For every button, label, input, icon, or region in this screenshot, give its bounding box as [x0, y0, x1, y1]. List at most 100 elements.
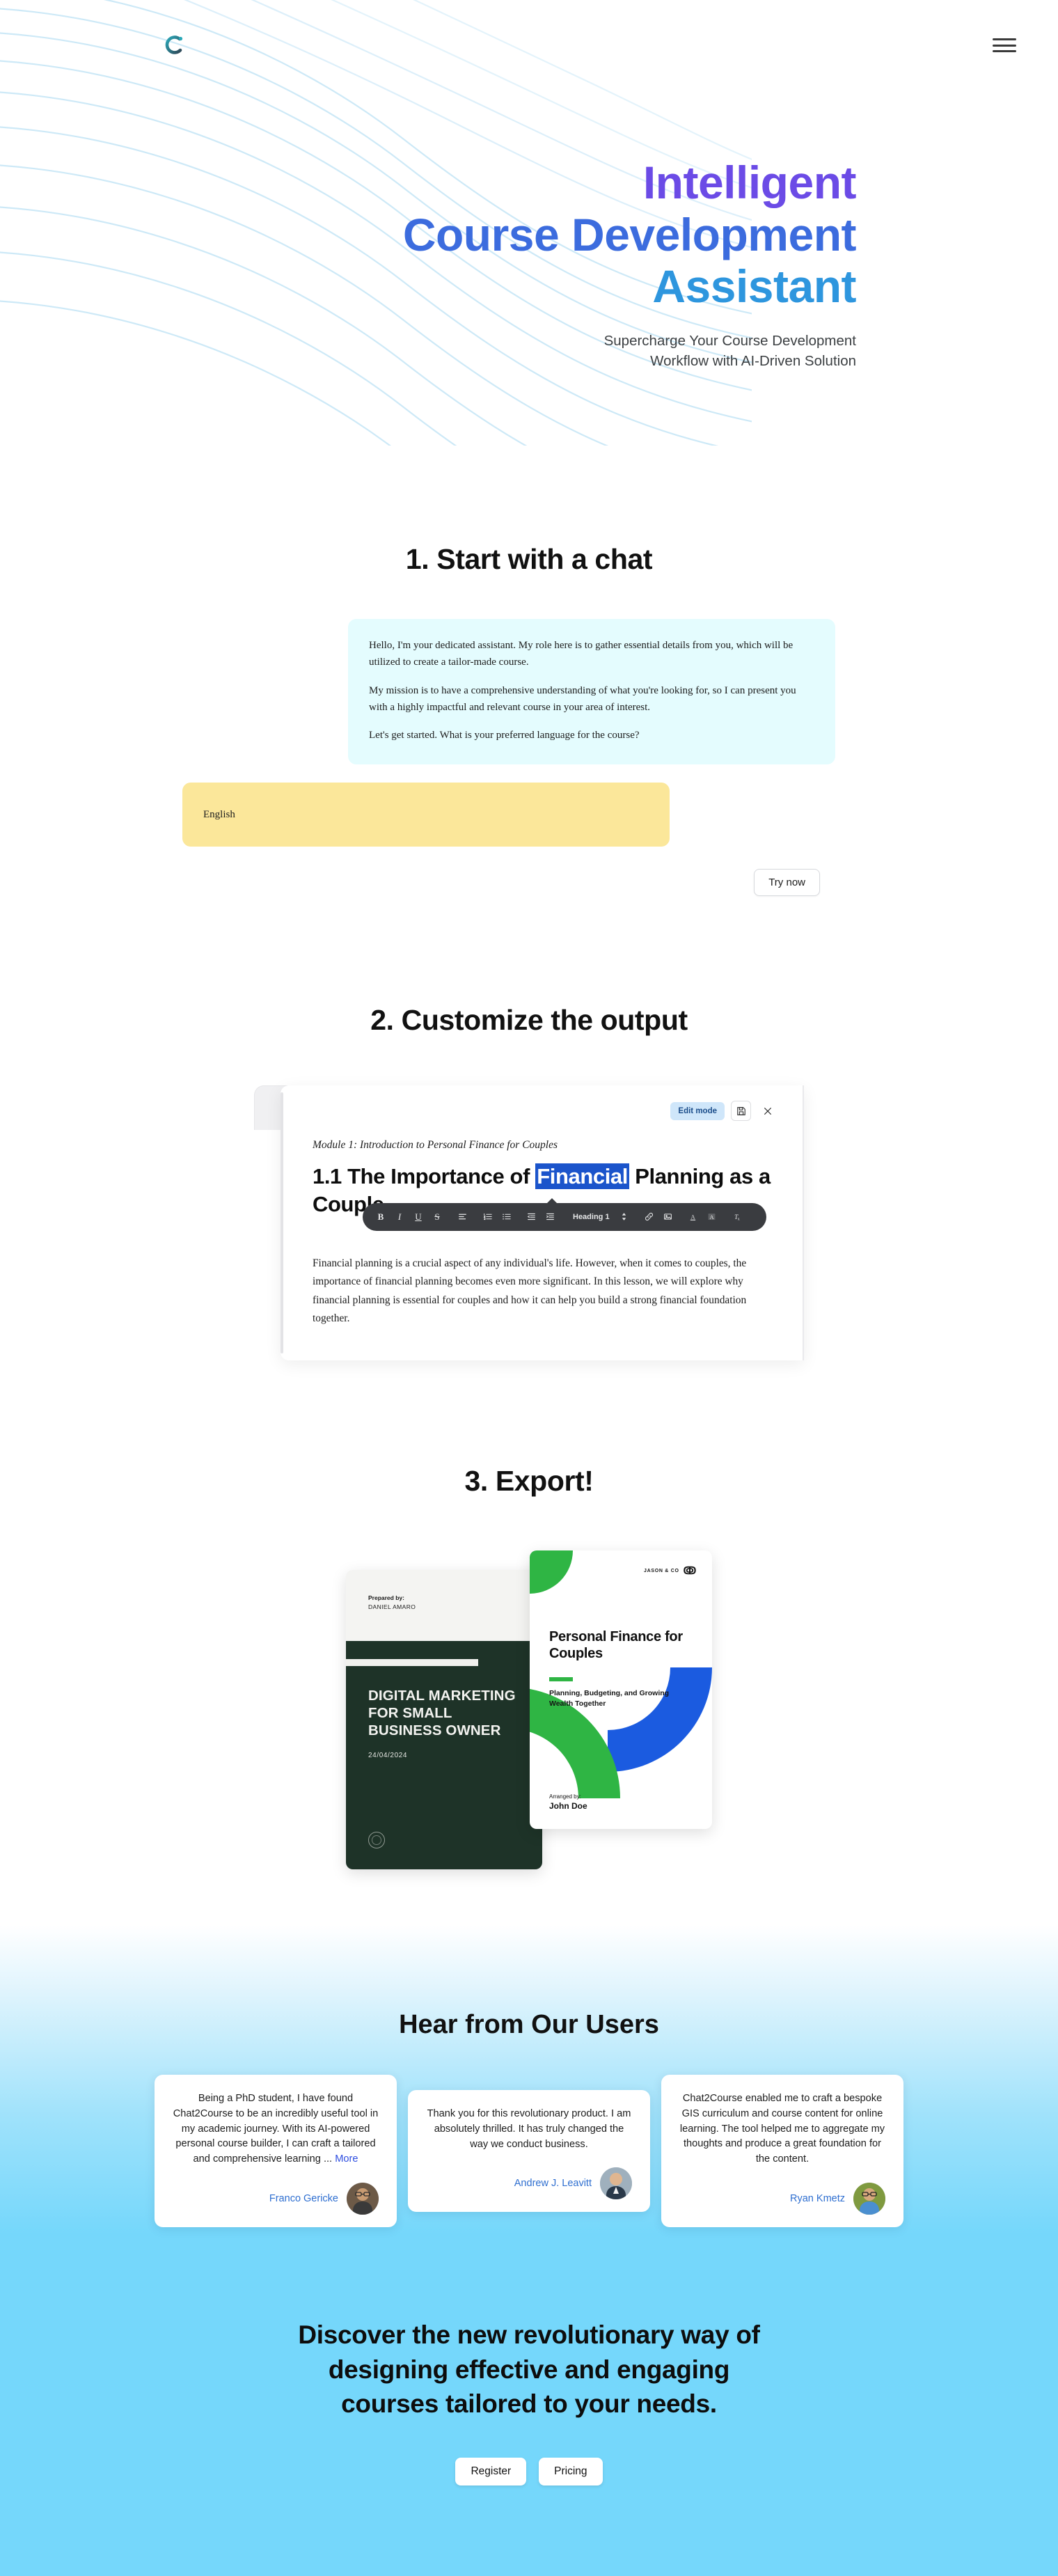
user-avatar-icon: [853, 2183, 885, 2215]
cover-a-title: DIGITAL MARKETING FOR SMALL BUSINESS OWN…: [368, 1687, 516, 1738]
assistant-paragraph-1: Hello, I'm your dedicated assistant. My …: [369, 640, 794, 668]
cover-a-dark-panel: DIGITAL MARKETING FOR SMALL BUSINESS OWN…: [346, 1640, 542, 1869]
cover-personal-finance: JASON & CO ↂ Personal Finance for Couple…: [530, 1550, 712, 1829]
italic-button[interactable]: I: [391, 1208, 408, 1226]
formatting-toolbar-wrap: B I U S Heading 1 A A T x: [363, 1197, 766, 1231]
formatting-toolbar: B I U S Heading 1 A A T x: [363, 1202, 766, 1231]
page-title: Intelligent Course Development Assistant: [209, 157, 857, 313]
cover-a-rule-decoration: [346, 1658, 478, 1666]
bullet-list-icon[interactable]: [498, 1208, 514, 1226]
doc-heading-before: 1.1 The Importance of: [313, 1164, 536, 1189]
hamburger-bar: [993, 50, 1016, 52]
try-now-button[interactable]: Try now: [754, 869, 820, 897]
user-message-bubble: English: [182, 783, 670, 847]
editor-mockup: Edit mode Module 1: Introduction to Pers…: [254, 1085, 804, 1360]
hero-title-line-3: Assistant: [652, 260, 856, 313]
register-button[interactable]: Register: [455, 2457, 527, 2485]
testimonial-cards: Being a PhD student, I have found Chat2C…: [0, 2074, 1058, 2234]
bold-button[interactable]: B: [372, 1208, 389, 1226]
testimonial-quote: Thank you for this revolutionary product…: [426, 2107, 632, 2153]
clear-format-tx-icon[interactable]: T x: [729, 1208, 745, 1226]
hero-subtitle: Supercharge Your Course Development Work…: [209, 331, 856, 371]
testimonial-author-name: Franco Gericke: [269, 2193, 338, 2205]
testimonial-card: Thank you for this revolutionary product…: [408, 2089, 650, 2213]
close-x-icon[interactable]: [757, 1101, 777, 1122]
document-body-paragraph: Financial planning is a crucial aspect o…: [313, 1257, 747, 1325]
link-icon[interactable]: [641, 1208, 658, 1226]
align-left-icon[interactable]: [454, 1208, 471, 1226]
heading-select[interactable]: Heading 1: [569, 1208, 614, 1226]
testimonial-quote: Chat2Course enabled me to craft a bespok…: [679, 2091, 885, 2167]
ordered-list-icon[interactable]: [479, 1208, 496, 1226]
testimonial-quote-text: Chat2Course enabled me to craft a bespok…: [679, 2092, 885, 2165]
cover-b-arranged-by: Arranged by: John Doe: [549, 1793, 587, 1811]
testimonial-quote-text: Thank you for this revolutionary product…: [427, 2107, 631, 2150]
assistant-paragraph-2: My mission is to have a comprehensive un…: [369, 684, 796, 713]
testimonial-footer: Ryan Kmetz: [679, 2183, 885, 2215]
updown-caret-icon[interactable]: [616, 1208, 633, 1226]
hamburger-bar: [993, 44, 1016, 47]
step-3-heading: 3. Export!: [464, 1464, 594, 1497]
svg-text:A: A: [691, 1214, 695, 1220]
chat2course-c-logo-icon[interactable]: [160, 31, 188, 59]
hero-subtitle-line-2: Workflow with AI-Driven Solution: [650, 352, 856, 369]
seal-badge-icon: [368, 1831, 385, 1848]
testimonials-section: Hear from Our Users Being a PhD student,…: [0, 1924, 1058, 2235]
step-3-export-section: 3. Export! Prepared by: DANIEL AMARO DIG…: [0, 1360, 1058, 1925]
svg-text:A: A: [710, 1214, 714, 1220]
editor-panel: Edit mode Module 1: Introduction to Pers…: [281, 1085, 804, 1360]
underline-button[interactable]: U: [410, 1208, 427, 1226]
svg-text:x: x: [738, 1217, 740, 1221]
cover-b-arranged-name: John Doe: [549, 1800, 587, 1811]
user-avatar-icon: [347, 2183, 379, 2215]
cover-b-dash-decoration: [549, 1676, 573, 1681]
cta-section: Discover the new revolutionary way of de…: [0, 2234, 1058, 2576]
cover-a-prepared-name: DANIEL AMARO: [368, 1603, 416, 1610]
image-icon[interactable]: [660, 1208, 677, 1226]
step-1-heading: 1. Start with a chat: [405, 543, 653, 575]
pricing-button[interactable]: Pricing: [539, 2457, 603, 2485]
testimonial-more-link[interactable]: More: [335, 2153, 358, 2165]
cover-b-title: Personal Finance for Couples: [549, 1628, 683, 1661]
step-1-chat-section: 1. Start with a chat Hello, I'm your ded…: [0, 515, 1058, 897]
step-2-customize-section: 2. Customize the output Edit mode Module…: [0, 896, 1058, 1360]
cta-line-3: courses tailored to your needs.: [341, 2389, 717, 2419]
edit-mode-toggle[interactable]: Edit mode: [670, 1101, 725, 1120]
user-message-text: English: [203, 808, 235, 820]
cover-b-subtitle: Planning, Budgeting, and Growing Wealth …: [549, 1688, 670, 1708]
text-color-a-icon[interactable]: A: [685, 1208, 702, 1226]
testimonials-heading: Hear from Our Users: [399, 2009, 659, 2039]
save-disk-icon[interactable]: [731, 1101, 751, 1122]
exported-covers: Prepared by: DANIEL AMARO DIGITAL MARKET…: [327, 1550, 731, 1869]
hero-title-line-1: Intelligent: [642, 157, 857, 208]
hero-subtitle-line-1: Supercharge Your Course Development: [603, 332, 856, 349]
hero-title-line-2: Course Development: [402, 208, 857, 260]
try-now-row: Try now: [223, 869, 835, 897]
outdent-icon[interactable]: [523, 1208, 539, 1226]
hamburger-bar: [993, 38, 1016, 40]
testimonial-quote: Being a PhD student, I have found Chat2C…: [173, 2091, 379, 2167]
hero-copy: Intelligent Course Development Assistant…: [209, 157, 1058, 371]
testimonial-author-name: Ryan Kmetz: [790, 2193, 845, 2205]
cover-a-prepared-by: Prepared by: DANIEL AMARO: [346, 1570, 542, 1612]
cover-b-arranged-label: Arranged by:: [549, 1793, 581, 1800]
testimonial-card: Being a PhD student, I have found Chat2C…: [155, 2074, 397, 2228]
top-navigation-bar: [0, 0, 1058, 91]
landing-page: Intelligent Course Development Assistant…: [0, 0, 1058, 2576]
cta-buttons: Register Pricing: [0, 2457, 1058, 2485]
user-avatar-icon: [600, 2167, 632, 2200]
document-module-label: Module 1: Introduction to Personal Finan…: [313, 1139, 558, 1152]
testimonial-footer: Franco Gericke: [173, 2183, 379, 2215]
testimonial-author-name: Andrew J. Leavitt: [514, 2178, 592, 2190]
indent-icon[interactable]: [542, 1208, 558, 1226]
cta-line-1: Discover the new revolutionary way of: [298, 2320, 760, 2350]
strikethrough-button[interactable]: S: [429, 1208, 445, 1226]
cta-headline: Discover the new revolutionary way of de…: [0, 2318, 1058, 2421]
cta-line-2: designing effective and engaging: [328, 2355, 730, 2384]
hamburger-menu-icon[interactable]: [993, 36, 1016, 54]
hero-section: Intelligent Course Development Assistant…: [0, 0, 1058, 515]
editor-controls: Edit mode: [313, 1101, 777, 1122]
doc-heading-selected-text: Financial: [535, 1163, 629, 1190]
highlight-a-icon[interactable]: A: [704, 1208, 720, 1226]
toolbar-caret-decoration: [546, 1197, 558, 1204]
